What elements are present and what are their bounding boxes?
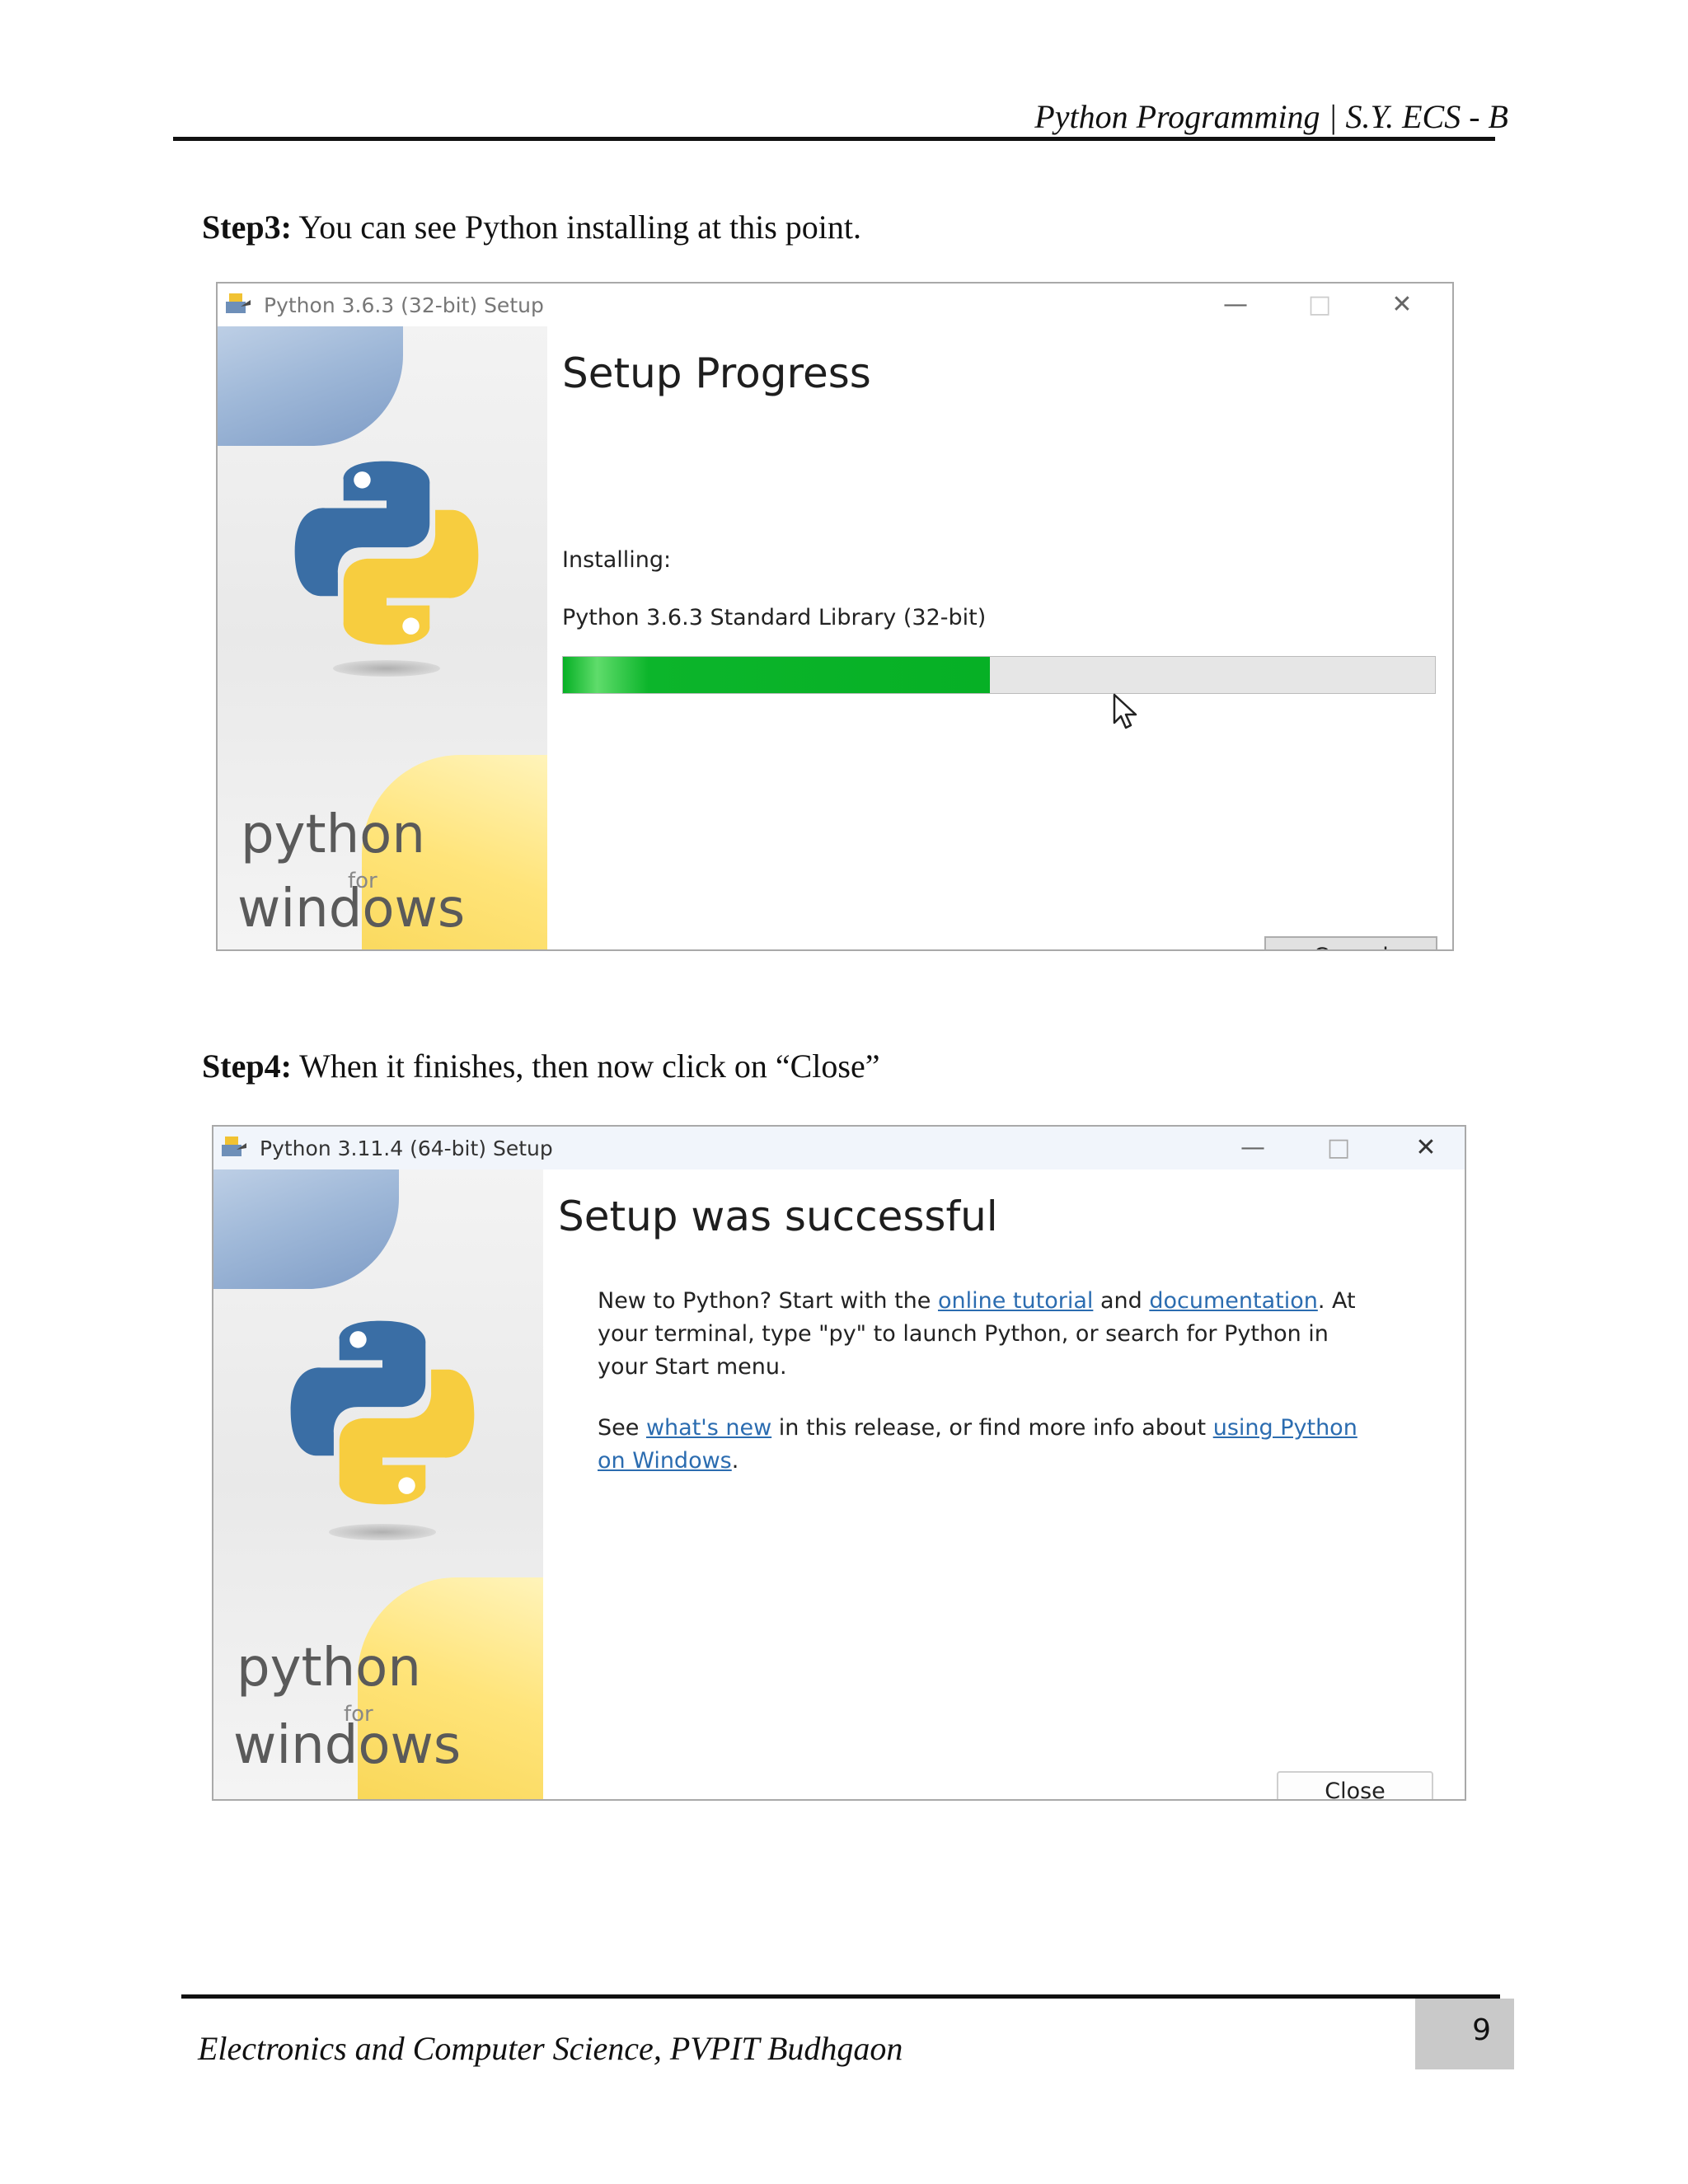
header-rule (173, 137, 1495, 141)
banner-blue-shape (218, 326, 403, 446)
current-item-label: Python 3.6.3 Standard Library (32-bit) (562, 605, 987, 630)
setup-success-window: Python 3.11.4 (64-bit) Setup — □ ✕ pytho… (212, 1125, 1466, 1801)
setup-progress-content: Setup Progress Installing: Python 3.6.3 … (547, 326, 1452, 949)
install-progress-bar (562, 656, 1436, 694)
para1-text-a: New to Python? Start with the (598, 1288, 938, 1314)
para2-text-c: . (731, 1448, 739, 1474)
online-tutorial-link[interactable]: online tutorial (938, 1288, 1093, 1314)
window-title: Python 3.6.3 (32-bit) Setup (264, 293, 544, 317)
python-logo-icon (290, 1320, 475, 1505)
documentation-link[interactable]: documentation (1149, 1288, 1318, 1314)
window-title: Python 3.11.4 (64-bit) Setup (260, 1137, 553, 1160)
page-title: Setup Progress (562, 349, 871, 397)
step3-caption: Step3: You can see Python installing at … (202, 208, 861, 246)
python-logo-icon (294, 461, 479, 645)
installer-icon (222, 1137, 246, 1156)
step4-caption: Step4: When it finishes, then now click … (202, 1047, 879, 1085)
cancel-button[interactable]: Cancel (1264, 936, 1437, 949)
whats-new-link[interactable]: what's new (646, 1415, 771, 1441)
para2-text-b: in this release, or find more info about (771, 1415, 1213, 1441)
logo-shadow (329, 1524, 436, 1540)
page-title: Setup was successful (558, 1193, 998, 1240)
close-icon[interactable]: ✕ (1381, 288, 1423, 321)
python-for-windows-banner: python for windows (213, 1169, 543, 1799)
close-icon[interactable]: ✕ (1405, 1132, 1447, 1165)
minimize-icon[interactable]: — (1215, 288, 1256, 321)
banner-windows-text: windows (237, 879, 466, 940)
mouse-cursor-icon (1113, 693, 1137, 729)
footer-rule (181, 1994, 1500, 1999)
page-number-box: 9 (1415, 1999, 1514, 2069)
banner-windows-text: windows (233, 1715, 462, 1776)
para2-text-a: See (598, 1415, 646, 1441)
page-header: Python Programming | S.Y. ECS - B (1034, 98, 1508, 135)
step4-text: When it finishes, then now click on “Clo… (291, 1047, 880, 1085)
para1-text-b: and (1093, 1288, 1150, 1314)
logo-shadow (333, 660, 440, 677)
close-button[interactable]: Close (1277, 1771, 1433, 1799)
step3-text: You can see Python installing at this po… (291, 209, 862, 246)
setup-success-content: Setup was successful New to Python? Star… (543, 1169, 1465, 1799)
title-bar: Python 3.11.4 (64-bit) Setup — □ ✕ (213, 1127, 1465, 1169)
step4-label: Step4: (202, 1047, 292, 1085)
page-number: 9 (1472, 2013, 1491, 2047)
python-for-windows-banner: python for windows (218, 326, 547, 949)
progress-fill (563, 657, 991, 693)
maximize-icon[interactable]: □ (1318, 1132, 1359, 1165)
footer-text: Electronics and Computer Science, PVPIT … (198, 2030, 903, 2067)
installing-label: Installing: (562, 547, 672, 573)
step3-label: Step3: (202, 209, 292, 246)
title-bar: Python 3.6.3 (32-bit) Setup — □ ✕ (218, 284, 1452, 326)
banner-python-text: python (237, 1638, 421, 1699)
maximize-icon[interactable]: □ (1299, 288, 1340, 321)
intro-paragraph: New to Python? Start with the online tut… (598, 1285, 1364, 1384)
banner-blue-shape (213, 1169, 399, 1289)
installer-icon (226, 293, 251, 313)
minimize-icon[interactable]: — (1232, 1132, 1273, 1165)
more-info-paragraph: See what's new in this release, or find … (598, 1412, 1364, 1478)
banner-python-text: python (241, 804, 425, 865)
setup-progress-window: Python 3.6.3 (32-bit) Setup — □ ✕ python… (216, 282, 1454, 951)
